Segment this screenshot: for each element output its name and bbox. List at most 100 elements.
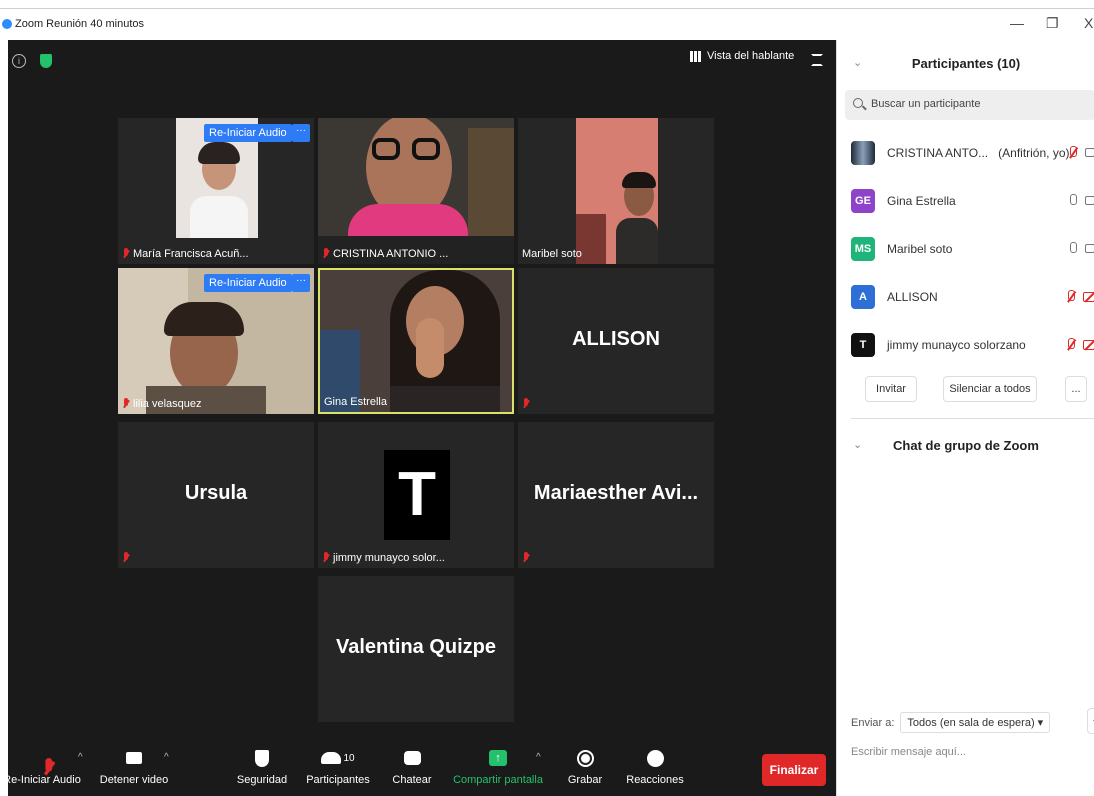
- gallery-grid-icon: [690, 50, 702, 62]
- video-tile-active-speaker[interactable]: Gina Estrella: [318, 268, 514, 414]
- tile-name: [522, 398, 530, 410]
- participant-avatar: A: [851, 285, 875, 309]
- participants-panel: ⌄ Participantes (10) Buscar un participa…: [836, 40, 1094, 796]
- meeting-toolbar: Re-Iniciar Audio ^ Detener video ^ Segur…: [3, 740, 836, 796]
- close-button[interactable]: X: [1084, 15, 1093, 31]
- info-icon[interactable]: i: [12, 54, 26, 68]
- search-icon: [853, 98, 863, 108]
- tile-more-button[interactable]: ···: [292, 124, 310, 142]
- participant-status-icons: [1065, 338, 1094, 352]
- camera-icon[interactable]: [1085, 196, 1094, 205]
- video-tile[interactable]: T jimmy munayco solor...: [318, 422, 514, 568]
- tile-name-label: Gina Estrella: [324, 396, 387, 408]
- mic-icon[interactable]: [1067, 242, 1079, 256]
- glasses-left: [372, 138, 400, 160]
- video-tile[interactable]: ALLISON: [518, 268, 714, 414]
- participants-label: Participantes: [306, 774, 370, 786]
- participant-row[interactable]: T jimmy munayco solorzano: [851, 330, 1094, 360]
- praying-hands: [416, 318, 444, 378]
- tile-name-label: CRISTINA ANTONIO ...: [333, 248, 449, 260]
- restore-button[interactable]: ❐: [1046, 15, 1059, 32]
- camera-off-icon[interactable]: [1083, 290, 1094, 302]
- participant-name: ALLISON: [887, 290, 938, 304]
- mic-muted-icon: [122, 552, 130, 564]
- participant-shirt: [616, 218, 658, 264]
- encryption-shield-icon[interactable]: [40, 54, 52, 68]
- mic-muted-icon: [122, 398, 130, 410]
- end-meeting-button[interactable]: Finalizar: [762, 754, 826, 786]
- speaker-view-button[interactable]: Vista del hablante: [690, 50, 794, 62]
- video-tile[interactable]: Ursula: [118, 422, 314, 568]
- participant-video: [320, 270, 512, 412]
- tile-name: [122, 552, 130, 564]
- participants-count: 10: [343, 752, 355, 764]
- share-screen-button[interactable]: ↑ Compartir pantalla: [448, 748, 548, 786]
- mic-muted-icon[interactable]: [1065, 290, 1077, 304]
- chat-placeholder: Escribir mensaje aquí...: [851, 746, 966, 758]
- video-options-caret[interactable]: ^: [164, 752, 169, 763]
- mic-muted-icon[interactable]: [1067, 146, 1079, 160]
- camera-icon[interactable]: [1085, 148, 1094, 157]
- mic-muted-icon: [322, 248, 330, 260]
- participant-row[interactable]: A ALLISON: [851, 282, 1094, 312]
- participant-role: (Anfitrión, yo): [998, 146, 1070, 160]
- participant-row[interactable]: MS Maribel soto: [851, 234, 1094, 264]
- participant-hair: [198, 142, 240, 164]
- participants-button[interactable]: 10 Participantes: [302, 748, 374, 786]
- participant-name: Gina Estrella: [887, 194, 956, 208]
- video-camera-icon: [126, 752, 142, 764]
- video-tile[interactable]: Valentina Quizpe: [318, 576, 514, 722]
- mute-all-button[interactable]: Silenciar a todos: [943, 376, 1037, 402]
- participants-icon: [321, 752, 342, 764]
- share-screen-icon: ↑: [489, 750, 507, 766]
- video-tile[interactable]: Re-Iniciar Audio ··· lilia velasquez: [118, 268, 314, 414]
- record-button[interactable]: Grabar: [560, 748, 610, 786]
- invite-button[interactable]: Invitar: [865, 376, 917, 402]
- video-tile[interactable]: Maribel soto: [518, 118, 714, 264]
- chat-panel-title: Chat de grupo de Zoom: [893, 438, 1039, 453]
- chat-button[interactable]: Chatear: [384, 748, 440, 786]
- camera-off-icon[interactable]: [1083, 338, 1094, 350]
- video-tile[interactable]: CRISTINA ANTONIO ...: [318, 118, 514, 264]
- tile-display-name: Ursula: [184, 482, 248, 504]
- audio-options-caret[interactable]: ^: [78, 752, 83, 763]
- share-options-caret[interactable]: ^: [536, 752, 541, 763]
- share-screen-label: Compartir pantalla: [453, 774, 543, 786]
- tile-name: Maribel soto: [522, 248, 582, 260]
- participants-more-button[interactable]: ...: [1065, 376, 1087, 402]
- chat-label: Chatear: [392, 774, 432, 786]
- tile-name-label: jimmy munayco solor...: [333, 552, 445, 564]
- restart-audio-button[interactable]: Re-Iniciar Audio: [204, 124, 292, 142]
- reactions-button[interactable]: Reacciones: [620, 748, 690, 786]
- chat-message-input[interactable]: Escribir mensaje aquí...: [851, 746, 966, 758]
- restart-audio-toolbar-button[interactable]: Re-Iniciar Audio: [0, 748, 84, 786]
- video-tile[interactable]: Re-Iniciar Audio ··· María Francisca Acu…: [118, 118, 314, 264]
- participant-row[interactable]: GE Gina Estrella: [851, 186, 1094, 216]
- search-participant-input[interactable]: Buscar un participante: [845, 90, 1094, 120]
- search-placeholder: Buscar un participante: [871, 98, 981, 110]
- mic-muted-icon[interactable]: [1065, 338, 1077, 352]
- camera-icon[interactable]: [1085, 244, 1094, 253]
- send-to-dropdown[interactable]: Todos (en sala de espera) ▾: [900, 712, 1051, 733]
- background-shelf: [468, 128, 514, 238]
- mic-icon[interactable]: [1067, 194, 1079, 208]
- fullscreen-icon[interactable]: [811, 54, 823, 66]
- participant-avatar: MS: [851, 237, 875, 261]
- mic-muted-icon: [522, 552, 530, 564]
- window-title: Zoom Reunión 40 minutos: [15, 18, 145, 30]
- tile-name-label: lilia velasquez: [133, 398, 202, 410]
- profile-picture-t: T: [384, 450, 450, 540]
- window-titlebar: Zoom Reunión 40 minutos — ❐ X: [0, 8, 1094, 40]
- participant-status-icons: [1067, 194, 1094, 208]
- restart-audio-button[interactable]: Re-Iniciar Audio: [204, 274, 292, 292]
- minimize-button[interactable]: —: [1010, 15, 1024, 31]
- participant-video: [318, 118, 514, 264]
- chat-more-button[interactable]: ···: [1087, 708, 1094, 734]
- tile-name: lilia velasquez: [122, 398, 201, 410]
- record-label: Grabar: [567, 774, 603, 786]
- security-button[interactable]: Seguridad: [232, 748, 292, 786]
- video-tile[interactable]: Mariaesther Avi...: [518, 422, 714, 568]
- chat-bubble-icon: [403, 751, 421, 765]
- tile-more-button[interactable]: ···: [292, 274, 310, 292]
- participant-row[interactable]: CRISTINA ANTO... (Anfitrión, yo): [851, 138, 1094, 168]
